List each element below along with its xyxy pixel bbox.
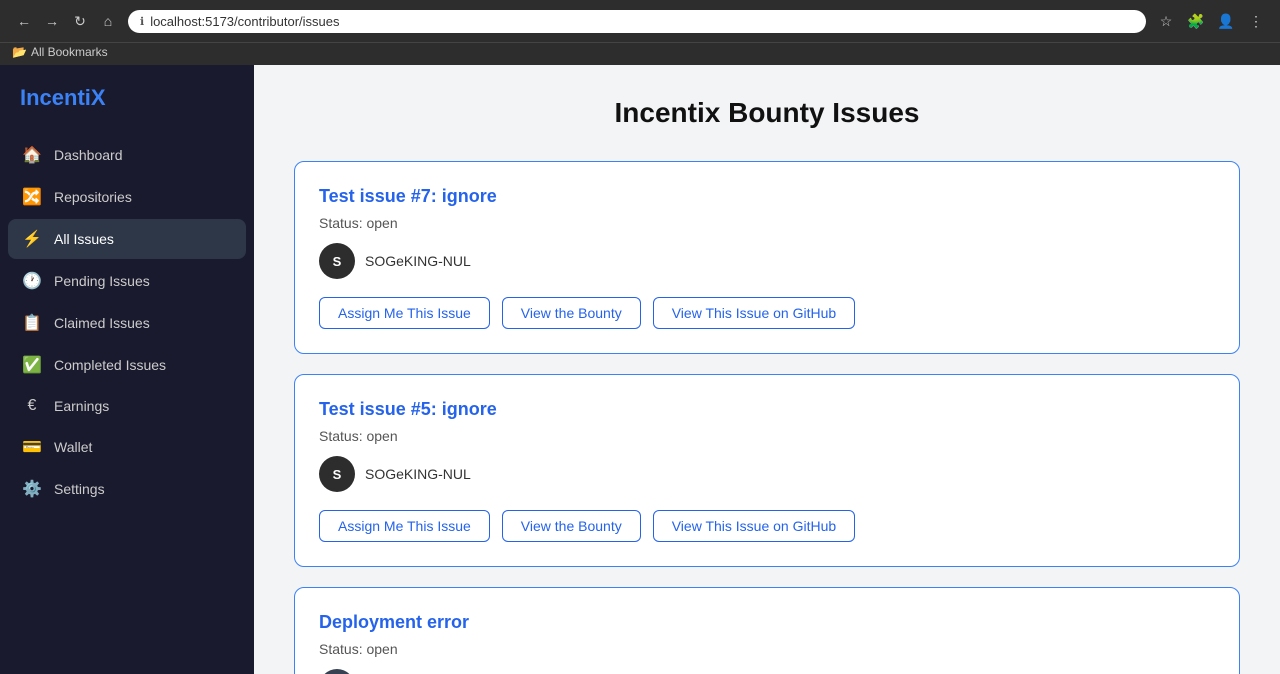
browser-chrome: ← → ↻ ⌂ ℹ localhost:5173/contributor/iss… <box>0 0 1280 42</box>
view-github-button-2[interactable]: View This Issue on GitHub <box>653 510 855 542</box>
issue-status-3: Status: open <box>319 641 1215 657</box>
menu-button[interactable]: ⋮ <box>1244 9 1268 33</box>
forward-button[interactable]: → <box>40 9 64 33</box>
issue-author-3: H Heisenberg300604 <box>319 669 1215 674</box>
security-icon: ℹ <box>140 15 144 28</box>
issue-actions-1: Assign Me This Issue View the Bounty Vie… <box>319 297 1215 329</box>
sidebar-item-all-issues[interactable]: ⚡ All Issues <box>8 219 246 259</box>
all-issues-icon: ⚡ <box>22 229 42 249</box>
dashboard-icon: 🏠 <box>22 145 42 165</box>
sidebar-item-claimed-issues[interactable]: 📋 Claimed Issues <box>8 303 246 343</box>
sidebar-item-earnings[interactable]: € Earnings <box>8 387 246 425</box>
page-title: Incentix Bounty Issues <box>294 97 1240 129</box>
issue-status-1: Status: open <box>319 215 1215 231</box>
bookmarks-icon: 📂 <box>12 45 27 59</box>
back-button[interactable]: ← <box>12 9 36 33</box>
sidebar-item-label: Earnings <box>54 398 109 414</box>
browser-actions: ☆ 🧩 👤 ⋮ <box>1154 9 1268 33</box>
sidebar: IncentiX 🏠 Dashboard 🔀 Repositories ⚡ Al… <box>0 65 254 674</box>
sidebar-item-completed-issues[interactable]: ✅ Completed Issues <box>8 345 246 385</box>
issue-title-3: Deployment error <box>319 612 1215 633</box>
issue-author-1: S SOGeKING-NUL <box>319 243 1215 279</box>
extensions-button[interactable]: 🧩 <box>1184 9 1208 33</box>
reload-button[interactable]: ↻ <box>68 9 92 33</box>
bookmarks-bar: 📂 All Bookmarks <box>0 42 1280 65</box>
bookmarks-label: 📂 All Bookmarks <box>12 45 108 59</box>
sidebar-item-dashboard[interactable]: 🏠 Dashboard <box>8 135 246 175</box>
issue-title-1: Test issue #7: ignore <box>319 186 1215 207</box>
avatar-2: S <box>319 456 355 492</box>
assign-button-2[interactable]: Assign Me This Issue <box>319 510 490 542</box>
avatar-3: H <box>319 669 355 674</box>
sidebar-item-label: All Issues <box>54 231 114 247</box>
sidebar-logo: IncentiX <box>0 65 254 135</box>
profile-button[interactable]: 👤 <box>1214 9 1238 33</box>
avatar-1: S <box>319 243 355 279</box>
settings-icon: ⚙️ <box>22 479 42 499</box>
avatar-initials-2: S <box>333 467 342 482</box>
pending-issues-icon: 🕐 <box>22 271 42 291</box>
sidebar-item-label: Settings <box>54 481 105 497</box>
sidebar-item-label: Pending Issues <box>54 273 150 289</box>
url-text: localhost:5173/contributor/issues <box>150 14 339 29</box>
sidebar-item-wallet[interactable]: 💳 Wallet <box>8 427 246 467</box>
assign-button-1[interactable]: Assign Me This Issue <box>319 297 490 329</box>
avatar-initials-1: S <box>333 254 342 269</box>
wallet-icon: 💳 <box>22 437 42 457</box>
issue-card-1: Test issue #7: ignore Status: open S SOG… <box>294 161 1240 354</box>
main-content: Incentix Bounty Issues Test issue #7: ig… <box>254 65 1280 674</box>
bookmark-star-button[interactable]: ☆ <box>1154 9 1178 33</box>
sidebar-item-repositories[interactable]: 🔀 Repositories <box>8 177 246 217</box>
issue-status-2: Status: open <box>319 428 1215 444</box>
issue-title-2: Test issue #5: ignore <box>319 399 1215 420</box>
home-button[interactable]: ⌂ <box>96 9 120 33</box>
issue-card-2: Test issue #5: ignore Status: open S SOG… <box>294 374 1240 567</box>
sidebar-item-label: Wallet <box>54 439 92 455</box>
earnings-icon: € <box>22 397 42 415</box>
sidebar-item-label: Repositories <box>54 189 132 205</box>
repositories-icon: 🔀 <box>22 187 42 207</box>
sidebar-item-label: Completed Issues <box>54 357 166 373</box>
sidebar-item-pending-issues[interactable]: 🕐 Pending Issues <box>8 261 246 301</box>
claimed-issues-icon: 📋 <box>22 313 42 333</box>
sidebar-item-settings[interactable]: ⚙️ Settings <box>8 469 246 509</box>
sidebar-item-label: Claimed Issues <box>54 315 150 331</box>
view-github-button-1[interactable]: View This Issue on GitHub <box>653 297 855 329</box>
view-bounty-button-1[interactable]: View the Bounty <box>502 297 641 329</box>
issue-card-3: Deployment error Status: open H Heisenbe… <box>294 587 1240 674</box>
sidebar-nav: 🏠 Dashboard 🔀 Repositories ⚡ All Issues … <box>0 135 254 509</box>
app-layout: IncentiX 🏠 Dashboard 🔀 Repositories ⚡ Al… <box>0 65 1280 674</box>
author-name-1: SOGeKING-NUL <box>365 253 471 269</box>
browser-nav-buttons: ← → ↻ ⌂ <box>12 9 120 33</box>
sidebar-item-label: Dashboard <box>54 147 123 163</box>
completed-issues-icon: ✅ <box>22 355 42 375</box>
address-bar[interactable]: ℹ localhost:5173/contributor/issues <box>128 10 1146 33</box>
author-name-2: SOGeKING-NUL <box>365 466 471 482</box>
issue-actions-2: Assign Me This Issue View the Bounty Vie… <box>319 510 1215 542</box>
issue-author-2: S SOGeKING-NUL <box>319 456 1215 492</box>
view-bounty-button-2[interactable]: View the Bounty <box>502 510 641 542</box>
